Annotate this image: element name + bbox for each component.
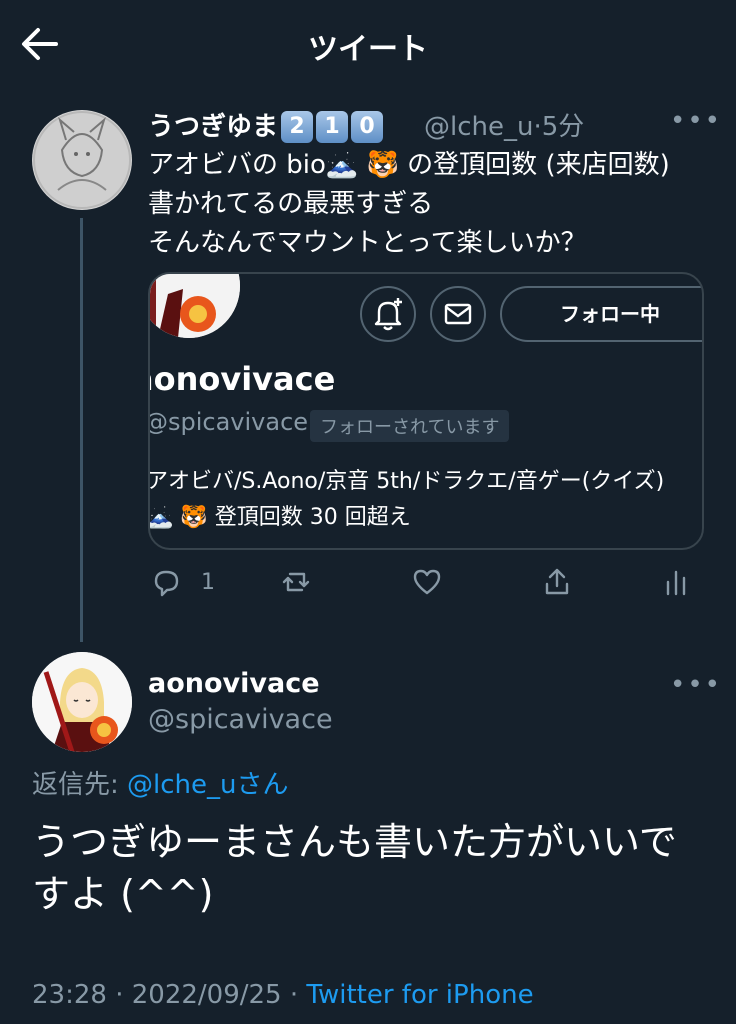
retweet-button[interactable]	[280, 566, 312, 602]
tweet-time: 23:28	[32, 980, 107, 1010]
avatar[interactable]	[32, 110, 132, 210]
card-avatar	[150, 274, 240, 338]
analytics-icon	[666, 570, 686, 596]
notify-button[interactable]	[360, 286, 416, 342]
reply-icon	[154, 570, 179, 597]
tweet-text: うつぎゆーまさんも書いた方がいいですよ (^^)	[32, 820, 677, 916]
avatar[interactable]	[32, 652, 132, 752]
card-profile-handle: @spicavivace	[148, 408, 309, 436]
keycap-emoji: 0	[351, 111, 384, 143]
like-button[interactable]	[411, 566, 443, 602]
following-button[interactable]: フォロー中	[500, 286, 702, 342]
tweet-author-name[interactable]: aonovivace	[148, 668, 320, 699]
message-button[interactable]	[430, 286, 486, 342]
tweet-author-handle: @lche_u·5分	[424, 112, 585, 142]
card-profile-name: aonovivace	[148, 360, 336, 398]
tweet-source-link[interactable]: Twitter for iPhone	[306, 980, 533, 1010]
share-button[interactable]	[541, 566, 573, 602]
tweet-date: 2022/09/25	[131, 980, 282, 1010]
analytics-button[interactable]	[660, 566, 692, 602]
bell-plus-icon	[374, 298, 402, 331]
heart-icon	[413, 569, 441, 595]
retweet-icon	[282, 572, 310, 592]
more-icon[interactable]: •••	[670, 106, 722, 136]
replying-to: 返信先: @lche_uさん	[32, 770, 289, 800]
follows-you-badge: フォローされています	[310, 410, 510, 442]
envelope-icon	[444, 303, 472, 325]
header: ツイート	[0, 0, 736, 88]
reply-button[interactable]: 1	[150, 566, 215, 602]
card-bio: アオビバ/S.Aono/京音 5th/ドラクエ/音ゲー(クイズ) 🗻 🐯 登頂回…	[148, 469, 665, 530]
page-title: ツイート	[308, 32, 428, 67]
keycap-emoji: 2	[281, 111, 314, 143]
reply-mention-link[interactable]: @lche_u	[127, 770, 236, 800]
profile-card[interactable]: フォロー中 aonovivace @spicavivace フォローされています…	[148, 272, 704, 550]
tweet-time: 5分	[541, 112, 585, 142]
tweet-text: アオビバの bio🗻 🐯 の登頂回数 (来店回数) 書かれてるの最悪すぎる そん…	[148, 150, 670, 258]
tweet-metadata: 23:28 · 2022/09/25 · Twitter for iPhone	[32, 980, 534, 1010]
keycap-emoji: 1	[316, 111, 349, 143]
thread-connector	[80, 218, 83, 642]
reply-count: 1	[201, 569, 215, 595]
share-icon	[545, 568, 569, 595]
tweet-author-handle: @spicavivace	[148, 704, 333, 735]
more-icon[interactable]: •••	[670, 670, 722, 700]
tweet-author-name[interactable]: うつぎゆま 2 1 0	[148, 106, 384, 143]
